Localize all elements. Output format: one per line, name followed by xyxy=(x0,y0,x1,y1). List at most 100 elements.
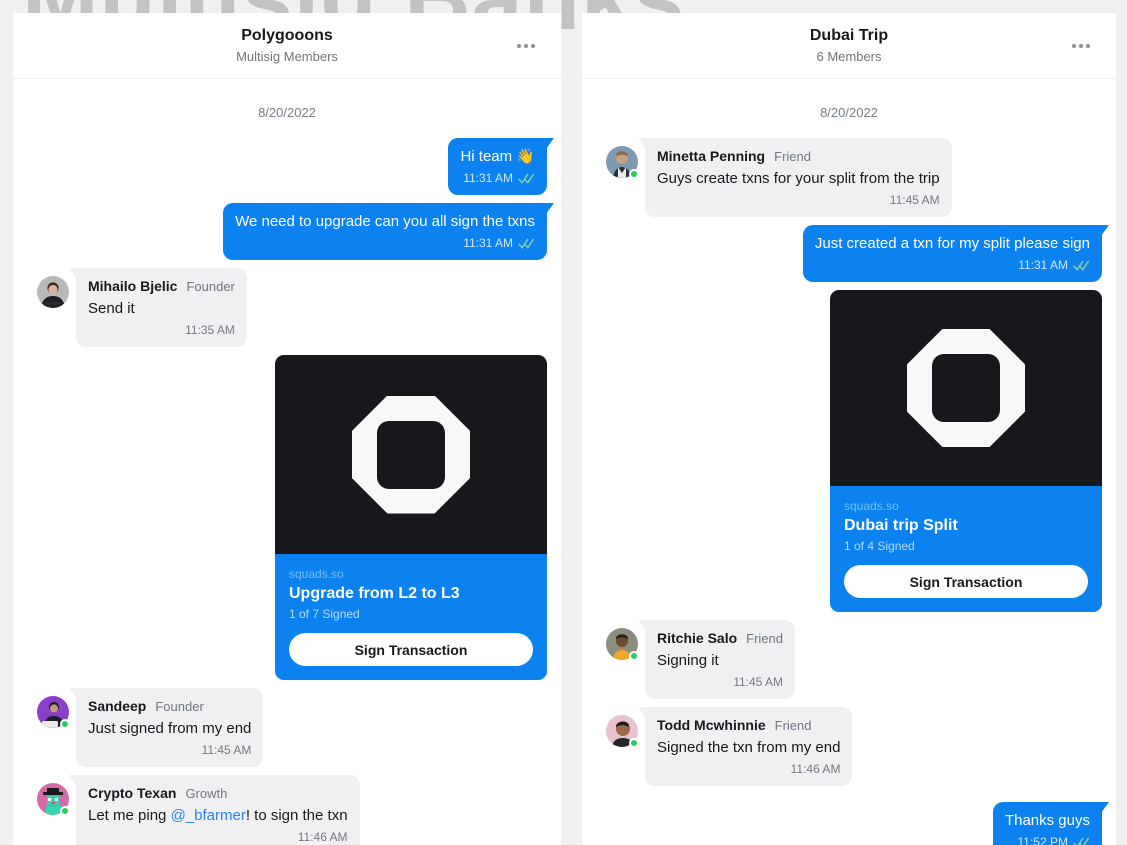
chat-panel-dubai-trip: Dubai Trip 6 Members 8/20/2022 Minetta P… xyxy=(582,13,1116,845)
date-separator: 8/20/2022 xyxy=(820,105,878,120)
sender-name: Todd Mcwhinnie xyxy=(657,717,766,733)
incoming-bubble[interactable]: Minetta Penning Friend Guys create txns … xyxy=(638,138,952,217)
timestamp: 11:31 AM xyxy=(463,236,513,250)
message-meta: 11:45 AM xyxy=(657,672,783,693)
transaction-card-body: squads.so Dubai trip Split 1 of 4 Signed… xyxy=(830,486,1102,612)
transaction-signed-count: 1 of 7 Signed xyxy=(289,607,360,621)
message-row: squads.so Dubai trip Split 1 of 4 Signed… xyxy=(596,290,1102,612)
squads-octagon-logo xyxy=(275,355,547,554)
avatar[interactable] xyxy=(37,783,70,816)
sender-role: Friend xyxy=(774,718,812,733)
user-mention-link[interactable]: @_bfarmer xyxy=(171,807,246,824)
ellipsis-icon[interactable] xyxy=(511,38,541,54)
octagon-shape xyxy=(907,329,1025,447)
message-meta: 11:52 PM xyxy=(1005,832,1090,845)
sign-transaction-button[interactable]: Sign Transaction xyxy=(844,565,1088,598)
online-indicator xyxy=(629,738,639,748)
right-message-list: 8/20/2022 Minetta Penning Friend Guys cr… xyxy=(582,79,1116,845)
incoming-bubble[interactable]: Mihailo Bjelic Founder Send it 11:35 AM xyxy=(69,268,247,347)
left-message-list: 8/20/2022 Hi team 👋 11:31 AM We need to xyxy=(13,79,561,845)
message-text: Signed the txn from my end xyxy=(657,739,841,756)
octagon-shape xyxy=(352,395,470,514)
message-row: Ritchie Salo Friend Signing it 11:45 AM xyxy=(596,620,1102,699)
chat-panels: Polygooons Multisig Members 8/20/2022 Hi… xyxy=(0,0,1127,845)
message-row: Todd Mcwhinnie Friend Signed the txn fro… xyxy=(596,707,1102,786)
double-check-icon xyxy=(1073,260,1090,271)
left-chat-subtitle: Multisig Members xyxy=(236,48,338,64)
message-meta: 11:31 AM xyxy=(235,233,535,254)
message-meta: 11:45 AM xyxy=(657,190,940,211)
left-chat-header: Polygooons Multisig Members xyxy=(13,13,561,79)
message-meta: 11:31 AM xyxy=(815,255,1090,276)
sender-role: Friend xyxy=(746,631,783,646)
message-text: Just created a txn for my split please s… xyxy=(814,235,1090,252)
timestamp: 11:31 AM xyxy=(463,171,513,185)
double-check-icon xyxy=(518,173,535,184)
incoming-bubble[interactable]: Crypto Texan Growth Let me ping @_bfarme… xyxy=(69,775,360,845)
online-indicator xyxy=(629,651,639,661)
panel-divider xyxy=(561,0,582,845)
message-row: Crypto Texan Growth Let me ping @_bfarme… xyxy=(27,775,547,845)
sender-name: Crypto Texan xyxy=(88,785,177,801)
incoming-bubble[interactable]: Ritchie Salo Friend Signing it 11:45 AM xyxy=(638,620,795,699)
message-row: We need to upgrade can you all sign the … xyxy=(27,203,554,260)
sender-name: Ritchie Salo xyxy=(657,630,738,646)
timestamp: 11:45 AM xyxy=(889,193,940,207)
online-indicator xyxy=(60,719,70,729)
outgoing-bubble[interactable]: We need to upgrade can you all sign the … xyxy=(223,203,554,260)
message-row: Hi team 👋 11:31 AM xyxy=(27,138,554,195)
sender-line: Sandeep Founder xyxy=(88,696,251,717)
sender-role: Founder xyxy=(155,699,204,714)
avatar[interactable] xyxy=(606,715,639,748)
message-row: Just created a txn for my split please s… xyxy=(596,225,1110,282)
message-meta: 11:35 AM xyxy=(88,320,235,341)
sign-transaction-button[interactable]: Sign Transaction xyxy=(289,633,533,666)
sender-line: Crypto Texan Growth xyxy=(88,783,348,804)
message-text-after: ! to sign the txn xyxy=(245,807,348,824)
transaction-domain: squads.so xyxy=(289,567,344,581)
ellipsis-icon[interactable] xyxy=(1066,38,1096,54)
chat-panel-polygooons: Polygooons Multisig Members 8/20/2022 Hi… xyxy=(13,13,561,845)
timestamp: 11:35 AM xyxy=(185,323,235,337)
sender-name: Minetta Penning xyxy=(657,148,766,164)
sender-line: Minetta Penning Friend xyxy=(657,146,940,167)
message-meta: 11:31 AM xyxy=(460,168,535,189)
incoming-bubble[interactable]: Todd Mcwhinnie Friend Signed the txn fro… xyxy=(637,707,853,786)
outgoing-bubble[interactable]: Thanks guys 11:52 PM xyxy=(992,802,1110,845)
transaction-card[interactable]: squads.so Upgrade from L2 to L3 1 of 7 S… xyxy=(275,355,547,680)
double-check-icon xyxy=(518,238,535,249)
transaction-card[interactable]: squads.so Dubai trip Split 1 of 4 Signed… xyxy=(830,290,1102,612)
transaction-title: Dubai trip Split xyxy=(844,517,958,534)
message-row: Thanks guys 11:52 PM xyxy=(596,802,1110,845)
transaction-signed-count: 1 of 4 Signed xyxy=(844,539,915,553)
avatar[interactable] xyxy=(606,628,639,661)
transaction-domain: squads.so xyxy=(844,499,899,513)
outgoing-bubble[interactable]: Hi team 👋 11:31 AM xyxy=(448,138,554,195)
message-text: Hi team 👋 xyxy=(460,148,535,165)
message-text: We need to upgrade can you all sign the … xyxy=(235,213,535,230)
page-title: Dubai Trip xyxy=(809,26,889,44)
message-text: Thanks guys xyxy=(1004,812,1090,829)
sender-line: Ritchie Salo Friend xyxy=(657,628,783,649)
avatar[interactable] xyxy=(37,276,69,308)
avatar[interactable] xyxy=(37,696,70,729)
right-chat-header: Dubai Trip 6 Members xyxy=(582,13,1116,79)
timestamp: 11:46 AM xyxy=(790,762,841,776)
message-text-before: Let me ping xyxy=(88,807,171,824)
right-chat-subtitle: 6 Members xyxy=(816,48,882,64)
online-indicator xyxy=(629,169,639,179)
sender-name: Sandeep xyxy=(88,698,147,714)
avatar[interactable] xyxy=(606,146,639,179)
message-text: Guys create txns for your split from the… xyxy=(657,170,940,187)
message-text: Signing it xyxy=(657,652,719,669)
date-separator: 8/20/2022 xyxy=(258,105,316,120)
squads-octagon-logo xyxy=(830,290,1102,486)
incoming-bubble[interactable]: Sandeep Founder Just signed from my end … xyxy=(68,688,264,767)
double-check-icon xyxy=(1073,837,1090,845)
sender-line: Todd Mcwhinnie Friend xyxy=(657,715,840,736)
sender-role: Founder xyxy=(186,279,235,294)
sender-line: Mihailo Bjelic Founder xyxy=(88,276,235,297)
photo-avatar-gray xyxy=(37,276,69,308)
outgoing-bubble[interactable]: Just created a txn for my split please s… xyxy=(802,225,1110,282)
